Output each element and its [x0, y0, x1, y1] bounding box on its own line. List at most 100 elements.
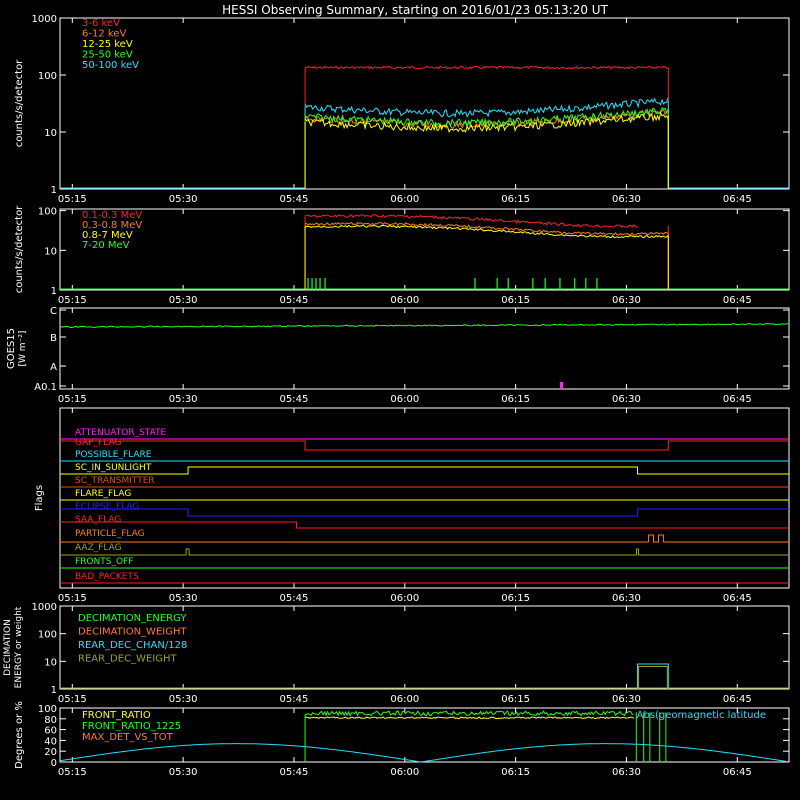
legend-entry: FRONT_RATIO: [82, 710, 151, 721]
legend-entry: MAX_DET_VS_TOT: [82, 732, 174, 743]
x-tick-label: 05:45: [280, 694, 309, 705]
x-tick-label: 05:45: [280, 593, 309, 604]
y-tick-label: 1000: [32, 602, 57, 613]
x-tick-label: 05:15: [58, 194, 87, 205]
panel-3: 05:15 05:30 05:45 06:00 06:15 06:30 06:45 A0.1 A…: [6, 306, 790, 405]
y-tick-label: C: [50, 306, 57, 317]
x-tick-label: 06:30: [612, 394, 641, 405]
x-tick-label: 06:00: [390, 593, 419, 604]
flag-label: ATTENUATOR_STATE: [75, 428, 167, 438]
plot-frame: [59, 307, 790, 390]
y-tick-label: 80: [44, 715, 57, 726]
legend-entry: 50-100 keV: [82, 60, 139, 71]
x-tick-label: 05:45: [280, 767, 309, 778]
x-tick-label: 06:30: [612, 694, 641, 705]
plot-frame: [59, 208, 790, 291]
x-tick-label: 06:30: [612, 767, 641, 778]
goes-flux-line: [59, 322, 789, 328]
flag-label: BAD_PACKETS: [75, 572, 139, 582]
y-tick-label: 1000: [32, 14, 57, 25]
flag-label: ECLIPSE_FLAG: [75, 502, 139, 512]
flag-label: AAZ_FLAG: [75, 543, 122, 553]
x-tick-label: 05:45: [280, 295, 309, 306]
legend-entry: 6-12 keV: [82, 29, 126, 40]
flag-line: [60, 440, 789, 451]
series-line-0-1-0-3-MeV: [304, 214, 639, 229]
x-tick-label: 06:30: [612, 194, 641, 205]
plot-frame: [59, 17, 790, 190]
chart-title: HESSI Observing Summary, starting on 201…: [222, 3, 608, 17]
x-tick-label: 05:45: [280, 394, 309, 405]
flag-label: GAP_FLAG: [75, 438, 121, 448]
flag-label: SAA_FLAG: [75, 515, 121, 525]
x-tick-label: 05:15: [58, 394, 87, 405]
x-tick-label: 06:15: [501, 194, 530, 205]
x-tick-label: 06:45: [723, 194, 752, 205]
flag-line: [60, 466, 789, 475]
x-tick-label: 06:45: [723, 295, 752, 306]
y-tick-label: A: [50, 362, 57, 373]
x-tick-label: 06:15: [501, 694, 530, 705]
x-tick-label: 05:30: [169, 694, 198, 705]
x-tick-label: 06:15: [501, 767, 530, 778]
x-tick-label: 05:15: [58, 694, 87, 705]
legend-entry: FRONT_RATIO_1225: [82, 721, 181, 732]
legend-entry: Abs(geomagnetic latitude: [637, 710, 766, 721]
front-ratio-1225-line: [304, 710, 634, 717]
x-tick-label: 05:30: [169, 295, 198, 306]
panel-1: 05:15 05:30 05:45 06:00 06:15 06:30 06:45 1 10 10…: [14, 14, 790, 205]
panel-6: 05:15 05:30 05:45 06:00 06:15 06:30 06:45 02040…: [14, 701, 790, 778]
y-tick-label: 60: [44, 726, 57, 737]
legend-entry: 3-6 keV: [82, 18, 120, 29]
x-tick-label: 06:15: [501, 394, 530, 405]
flag-label: POSSIBLE_FLARE: [75, 450, 152, 460]
flag-line: [60, 548, 789, 556]
y-tick-label: 10: [44, 657, 57, 668]
x-tick-label: 06:15: [501, 593, 530, 604]
y-tick-label: B: [50, 333, 57, 344]
x-tick-label: 06:45: [723, 593, 752, 604]
panel-2: 05:15 05:30 05:45 06:00 06:15 06:30 06:45 1 10 10…: [14, 205, 790, 306]
flag-label: SC_IN_SUNLIGHT: [75, 463, 152, 473]
series-line-50-100-keV: [304, 97, 669, 118]
x-tick-label: 05:45: [280, 194, 309, 205]
x-tick-label: 06:45: [723, 767, 752, 778]
y-axis-label: counts/s/detector: [14, 59, 25, 147]
y-tick-label: 100: [38, 207, 57, 218]
x-tick-label: 06:00: [390, 394, 419, 405]
legend-entry: 7-20 MeV: [82, 240, 130, 251]
y-axis-label: Flags: [34, 485, 45, 511]
x-tick-label: 06:15: [501, 295, 530, 306]
legend-entry: 12-25 keV: [82, 39, 133, 50]
front-ratio-line: [305, 716, 634, 720]
x-tick-label: 05:15: [58, 593, 87, 604]
y-tick-label: 100: [38, 704, 57, 715]
rear-dec-weight-line: [638, 666, 668, 689]
flag-label: FLARE_FLAG: [75, 489, 131, 499]
x-tick-label: 06:00: [390, 194, 419, 205]
legend-entry: REAR_DEC_CHAN/128: [78, 640, 187, 651]
goes-marker: [560, 382, 563, 388]
legend-entry: DECIMATION_ENERGY: [78, 613, 187, 624]
series-line-3-6-keV: [305, 65, 669, 70]
flag-label: SC_TRANSMITTER: [75, 476, 155, 486]
x-tick-label: 06:30: [612, 295, 641, 306]
y-axis-label-2: ENERGY or weight: [14, 606, 24, 688]
x-tick-label: 06:00: [390, 767, 419, 778]
y-axis-label: Degrees or %: [14, 701, 25, 769]
y-tick-label: 1: [51, 185, 57, 196]
x-tick-label: 06:45: [723, 394, 752, 405]
series-line-0-3-0-8-MeV: [304, 221, 669, 236]
y-axis-label: counts/s/detector: [14, 205, 25, 293]
y-tick-label: 10: [44, 246, 57, 257]
panel-5: 05:15 05:30 05:45 06:00 06:15 06:30 06:45 1 10 10…: [3, 602, 790, 705]
geomagnetic-latitude-line: [59, 743, 789, 763]
y-tick-label: 1: [51, 286, 57, 297]
x-tick-label: 05:30: [169, 593, 198, 604]
x-tick-label: 05:30: [169, 394, 198, 405]
y-tick-label: 1: [51, 685, 57, 696]
y-axis-unit: [W m⁻²]: [18, 331, 28, 367]
y-tick-label: 0: [51, 758, 57, 769]
y-tick-label: 20: [44, 747, 57, 758]
flag-line: [60, 521, 789, 529]
